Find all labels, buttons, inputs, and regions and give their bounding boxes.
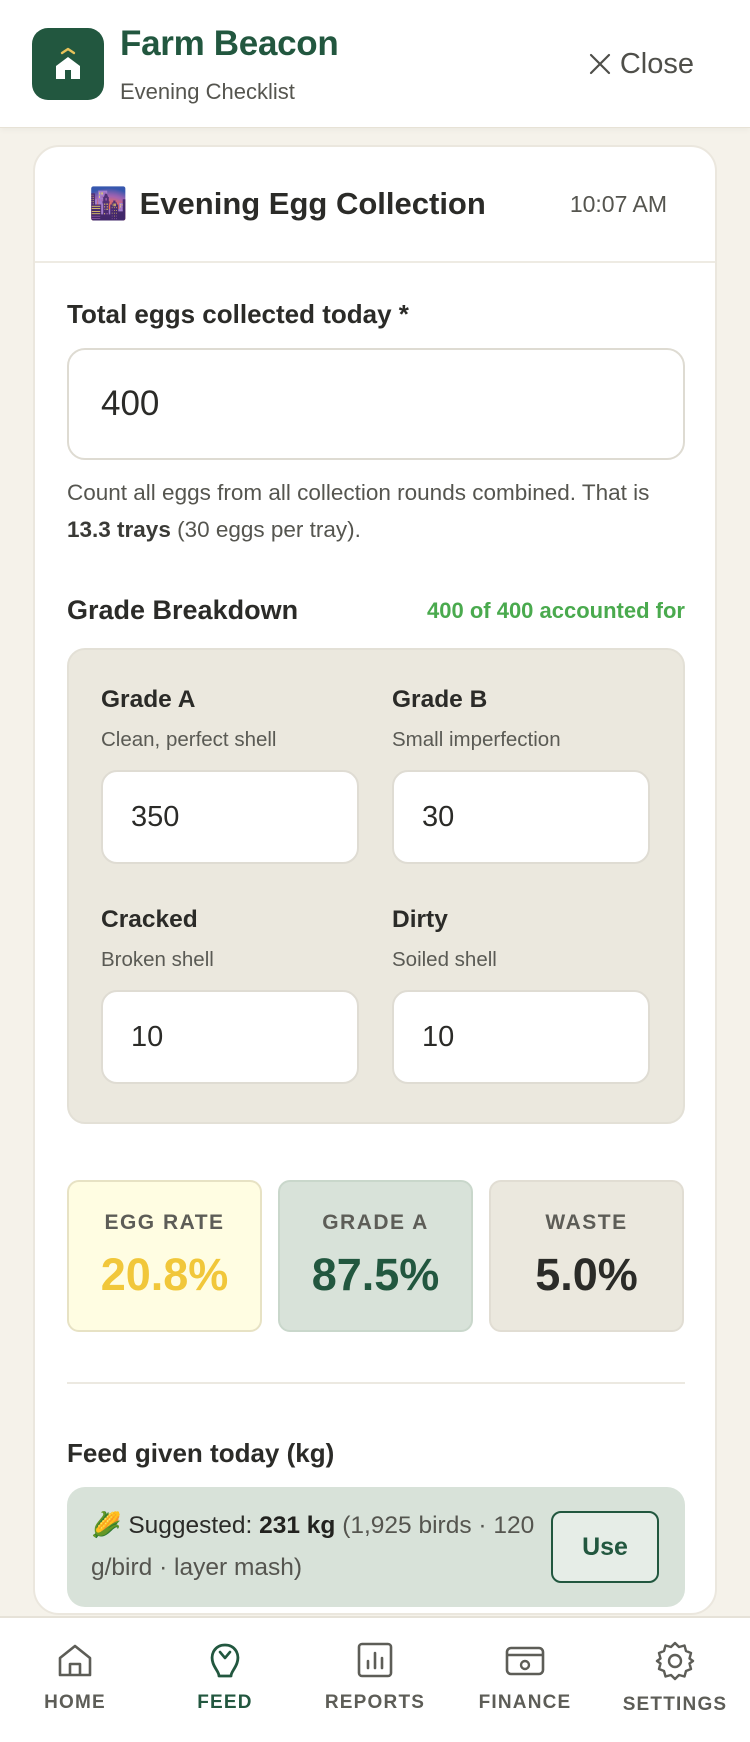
finance-icon <box>505 1646 545 1676</box>
close-button[interactable]: Close <box>588 44 694 84</box>
nav-finance-label: FINANCE <box>478 1692 572 1713</box>
cracked-input[interactable]: 10 <box>101 990 359 1084</box>
grade-breakdown-header: Grade Breakdown 400 of 400 accounted for <box>67 595 685 626</box>
grade-a-cell: Grade A Clean, perfect shell 350 <box>101 686 359 864</box>
nav-settings-label: SETTINGS <box>622 1694 728 1715</box>
cracked-name: Cracked <box>101 906 198 933</box>
reports-icon <box>357 1642 393 1678</box>
feed-icon <box>210 1643 240 1678</box>
accounted-status: 400 of 400 accounted for <box>427 597 685 623</box>
nav-reports-label: REPORTS <box>324 1692 426 1713</box>
app-header: Farm Beacon Evening Checklist Close <box>0 0 750 128</box>
nav-reports[interactable]: REPORTS <box>305 1640 445 1714</box>
card-header: 🌆 Evening Egg Collection 10:07 AM <box>35 147 715 263</box>
card-title: 🌆 Evening Egg Collection <box>89 185 486 222</box>
suggested-label: Suggested: <box>128 1512 260 1539</box>
feed-suggestion: 🌽 Suggested: 231 kg (1,925 birds · 120 g… <box>67 1487 685 1607</box>
grade-a-stat-value: 87.5% <box>311 1249 440 1300</box>
grade-b-name: Grade B <box>392 686 488 713</box>
nav-feed[interactable]: FEED <box>155 1640 295 1714</box>
cracked-desc: Broken shell <box>101 948 214 971</box>
egg-rate-value: 20.8% <box>100 1249 229 1300</box>
suggested-value: 231 kg <box>259 1512 336 1539</box>
grade-b-desc: Small imperfection <box>392 728 561 751</box>
section-divider <box>67 1382 685 1384</box>
use-suggestion-button[interactable]: Use <box>551 1511 659 1583</box>
app-logo <box>32 28 104 100</box>
app-title: Farm Beacon <box>120 24 339 63</box>
waste-value: 5.0% <box>535 1249 638 1300</box>
dirty-desc: Soiled shell <box>392 948 497 971</box>
close-label: Close <box>619 47 694 80</box>
grade-a-name: Grade A <box>101 686 196 713</box>
grade-b-input[interactable]: 30 <box>392 770 650 864</box>
egg-collection-card: 🌆 Evening Egg Collection 10:07 AM Total … <box>33 145 717 1615</box>
grade-a-stat-label: GRADE A <box>322 1211 429 1234</box>
dirty-input[interactable]: 10 <box>392 990 650 1084</box>
grade-panel: Grade A Clean, perfect shell 350 Grade B… <box>67 648 685 1124</box>
grade-a-stat: GRADE A 87.5% <box>278 1180 473 1332</box>
feed-label: Feed given today (kg) <box>67 1438 335 1468</box>
dirty-cell: Dirty Soiled shell 10 <box>392 906 650 1084</box>
feed-suggestion-text: 🌽 Suggested: 231 kg (1,925 birds · 120 g… <box>91 1505 541 1589</box>
total-eggs-hint: Count all eggs from all collection round… <box>67 474 685 548</box>
total-eggs-section: Total eggs collected today * 400 Count a… <box>67 299 685 548</box>
waste-label: WASTE <box>545 1211 628 1234</box>
nav-finance[interactable]: FINANCE <box>455 1640 595 1714</box>
grade-a-input[interactable]: 350 <box>101 770 359 864</box>
total-eggs-label: Total eggs collected today * <box>67 299 409 329</box>
home-icon <box>58 1644 92 1677</box>
grade-a-desc: Clean, perfect shell <box>101 728 277 751</box>
grade-breakdown-title: Grade Breakdown <box>67 595 299 625</box>
egg-rate-stat: EGG RATE 20.8% <box>67 1180 262 1332</box>
feed-section: Feed given today (kg) 🌽 Suggested: 231 k… <box>67 1438 685 1607</box>
card-title-text: Evening Egg Collection <box>139 185 486 221</box>
bottom-nav: HOME FEED REPORTS FINANCE SETTINGS <box>0 1616 750 1742</box>
grade-breakdown-section: Grade Breakdown 400 of 400 accounted for… <box>67 595 685 1124</box>
nav-settings[interactable]: SETTINGS <box>605 1640 745 1716</box>
close-icon <box>589 53 610 75</box>
nav-feed-label: FEED <box>197 1692 253 1713</box>
nav-home[interactable]: HOME <box>5 1640 145 1714</box>
card-time: 10:07 AM <box>569 191 667 217</box>
nav-home-label: HOME <box>44 1692 106 1713</box>
corn-icon: 🌽 <box>91 1512 122 1539</box>
dirty-name: Dirty <box>392 906 448 933</box>
home-icon <box>56 47 80 79</box>
app-subtitle: Evening Checklist <box>120 79 295 104</box>
stats-row: EGG RATE 20.8% GRADE A 87.5% WASTE 5.0% <box>67 1180 685 1332</box>
cracked-cell: Cracked Broken shell 10 <box>101 906 359 1084</box>
grade-b-cell: Grade B Small imperfection 30 <box>392 686 650 864</box>
hint-suffix: (30 eggs per tray). <box>170 517 361 542</box>
hint-prefix: Count all eggs from all collection round… <box>67 480 650 505</box>
total-eggs-input[interactable]: 400 <box>67 348 685 460</box>
settings-icon <box>655 1641 695 1681</box>
sunset-icon: 🌆 <box>89 186 128 221</box>
waste-stat: WASTE 5.0% <box>489 1180 684 1332</box>
egg-rate-label: EGG RATE <box>104 1211 225 1234</box>
hint-trays: 13.3 trays <box>67 517 171 542</box>
